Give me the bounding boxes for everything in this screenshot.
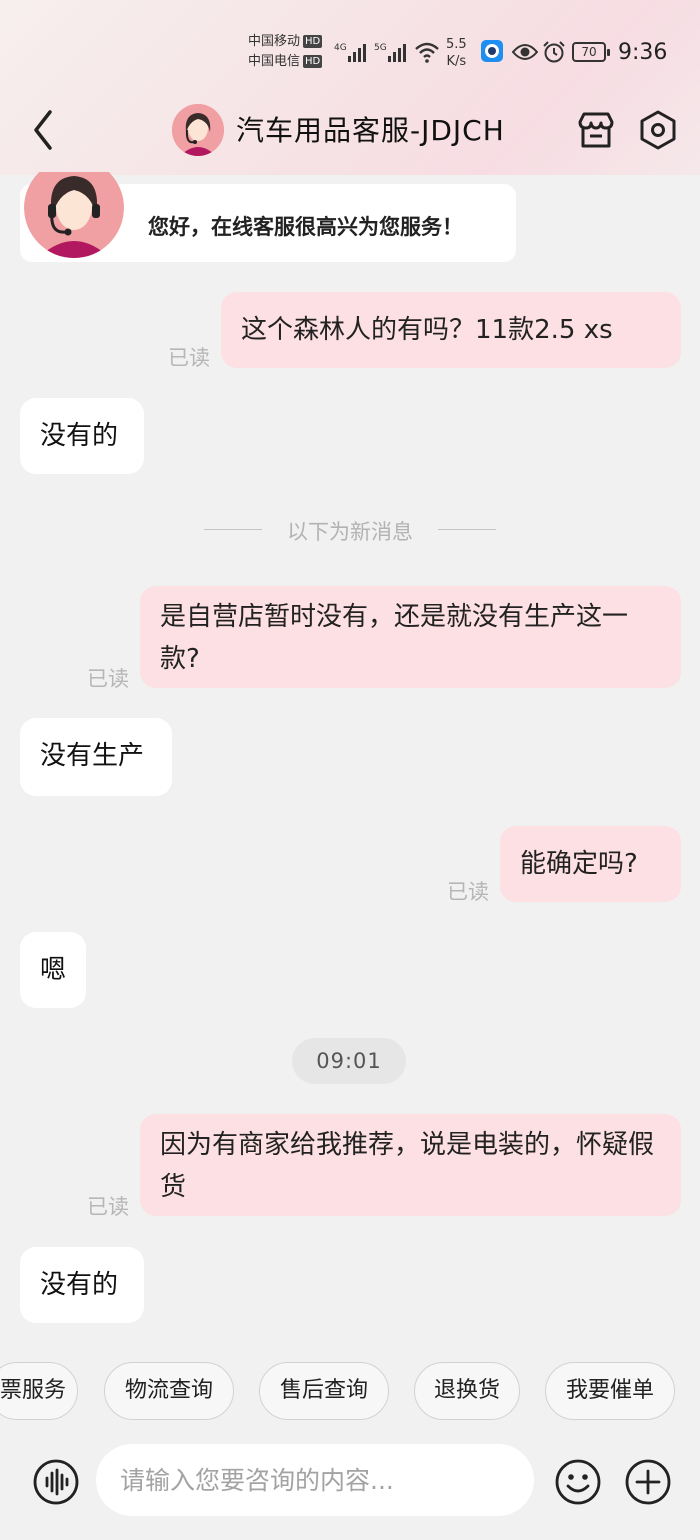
agent-message-bubble[interactable]: 没有的 [20,1247,144,1323]
status-time: 9:36 [618,40,668,65]
wifi-icon [415,42,439,63]
chat-title: 汽车用品客服-JDJCH [236,114,505,147]
my-message-bubble[interactable]: 因为有商家给我推荐，说是电装的，怀疑假货 [140,1114,681,1216]
my-message-bubble[interactable]: 这个森林人的有吗？11款2.5 xs [221,292,681,368]
read-receipt: 已读 [168,346,210,370]
message-input[interactable] [96,1444,534,1516]
service-avatar[interactable] [172,104,224,156]
net-type-1: 4G [334,43,347,53]
my-message-bubble[interactable]: 能确定吗? [500,826,681,902]
hd-badge: HD [303,55,323,68]
network-speed: 5.5 K/s [446,36,467,70]
store-icon[interactable] [576,110,616,150]
agent-message-bubble[interactable]: 嗯 [20,932,86,1008]
message-timestamp: 09:01 [292,1038,406,1084]
battery-indicator: 70 [572,42,610,62]
back-arrow-icon[interactable] [30,108,60,152]
carrier-info: 中国移动 HD 中国电信 HD [248,32,323,72]
divider-line [438,529,496,530]
app-notification-icon [481,40,503,62]
agent-message-bubble[interactable]: 没有的 [20,398,144,474]
quick-action-logistics[interactable]: 物流查询 [104,1362,234,1420]
speed-unit: K/s [446,54,467,69]
settings-hexagon-icon[interactable] [638,110,678,150]
divider-line [204,529,262,530]
my-message-bubble[interactable]: 是自营店暂时没有，还是就没有生产这一款? [140,586,681,688]
hd-badge: HD [303,35,323,48]
read-receipt: 已读 [87,1195,129,1219]
read-receipt: 已读 [87,667,129,691]
status-bar: 中国移动 HD 中国电信 HD 4G 5G 5.5 K/s 70 9:36 [0,30,700,74]
signal-5g-icon: 5G [374,43,406,62]
read-receipt: 已读 [447,880,489,904]
carrier-2: 中国电信 [248,54,301,69]
quick-action-urge-order[interactable]: 我要催单 [545,1362,675,1420]
agent-message-bubble[interactable]: 没有生产 [20,718,172,796]
net-type-2: 5G [374,43,387,53]
quick-action-after-sales[interactable]: 售后查询 [259,1362,389,1420]
carrier-1: 中国移动 [248,34,301,49]
eye-icon [512,44,538,60]
alarm-icon [543,41,565,63]
speed-value: 5.5 [446,37,467,52]
greeting-text: 您好，在线客服很高兴为您服务！ [148,215,463,239]
quick-action-return-exchange[interactable]: 退换货 [414,1362,520,1420]
new-messages-divider: 以下为新消息 [200,516,500,546]
plus-icon[interactable] [624,1458,672,1506]
voice-icon[interactable] [32,1458,80,1506]
emoji-icon[interactable] [554,1458,602,1506]
quick-action-invoice-service[interactable]: 票服务 [0,1362,78,1420]
signal-4g-icon: 4G [334,43,366,62]
divider-label: 以下为新消息 [287,520,413,544]
agent-avatar-icon [172,104,224,156]
